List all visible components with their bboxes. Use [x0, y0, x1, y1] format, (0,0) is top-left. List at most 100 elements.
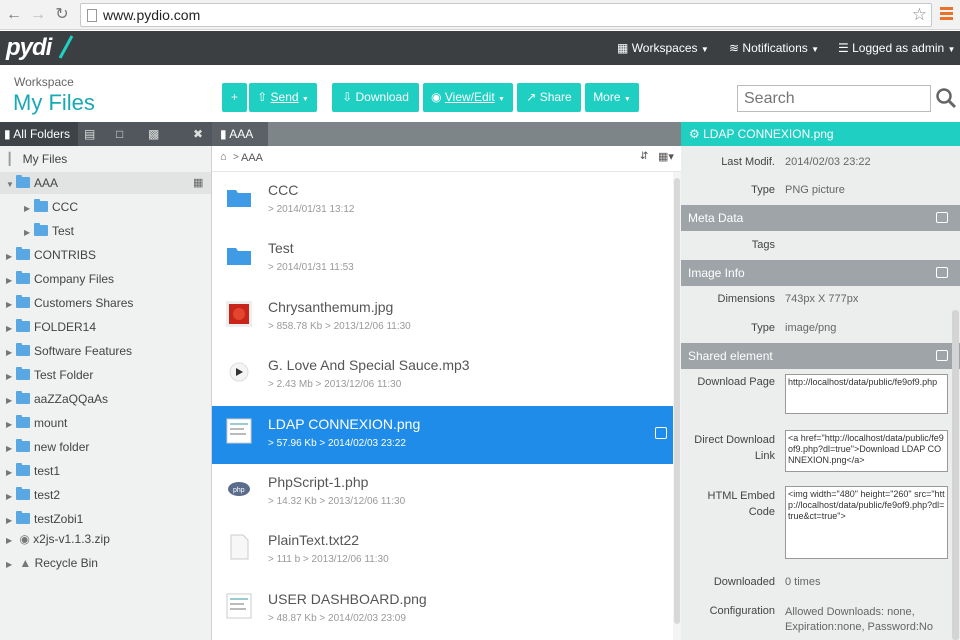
chevron-right-icon[interactable]: ▶: [6, 270, 16, 292]
chevron-right-icon[interactable]: ▶: [6, 486, 16, 508]
browser-chrome: ← → ↻ www.pydio.com ☆: [0, 0, 960, 30]
tree-item[interactable]: ▶ aaZZaQQaAs: [6, 388, 108, 410]
tree-item[interactable]: ▶ testZobi1: [6, 508, 83, 530]
tree-root-label: My Files: [22, 152, 68, 166]
tab-shared-icon[interactable]: ▤: [84, 122, 95, 146]
file-row[interactable]: CCC > 2014/01/31 13:12: [212, 172, 674, 230]
tab-briefcase-icon[interactable]: ▩: [148, 122, 159, 146]
notifications-menu[interactable]: ≋ Notifications ▼: [729, 41, 819, 55]
shared-badge-icon[interactable]: [655, 426, 667, 439]
tab-current-folder[interactable]: ▮ AAA: [212, 122, 268, 146]
tree-item[interactable]: ▶ test1: [6, 460, 60, 482]
send-label: Send: [270, 90, 299, 104]
last-modif-label: Last Modif.: [721, 156, 775, 168]
file-row[interactable]: G. Love And Special Sauce.mp3 > 2.43 Mb >…: [212, 347, 674, 405]
file-row[interactable]: php PhpScript-1.php > 14.32 Kb > 2013/12/0…: [212, 464, 674, 522]
tree-item[interactable]: ▶ CONTRIBS: [6, 244, 96, 266]
tree-item[interactable]: ▶ test2: [6, 484, 60, 506]
chevron-right-icon[interactable]: ▶: [6, 342, 16, 364]
share-icon[interactable]: [936, 350, 948, 361]
address-bar[interactable]: www.pydio.com ☆: [80, 3, 932, 27]
home-icon[interactable]: ⌂: [220, 151, 227, 163]
recycle-bin[interactable]: ▶ ▲ Recycle Bin: [6, 552, 98, 574]
download-page-field[interactable]: http://localhost/data/public/fe9of9.php: [785, 374, 948, 414]
edit-icon[interactable]: [936, 212, 948, 223]
more-button[interactable]: More ▼: [585, 83, 639, 112]
chevron-right-icon[interactable]: ▶: [24, 198, 34, 220]
file-row[interactable]: PlainText.txt22 > 111 b > 2013/12/06 11:3…: [212, 522, 674, 580]
chevron-down-icon[interactable]: ▼: [6, 174, 16, 196]
workspaces-menu[interactable]: ▦ Workspaces ▼: [617, 41, 709, 55]
view-edit-button[interactable]: ◉ View/Edit ▼: [423, 83, 513, 112]
forward-icon[interactable]: →: [28, 5, 48, 25]
breadcrumb-folder[interactable]: AAA: [241, 152, 263, 164]
sort-icon[interactable]: ⇵: [640, 151, 648, 162]
embed-code-field[interactable]: <img width="480" height="260" src="http:…: [785, 486, 948, 559]
search-icon[interactable]: [934, 86, 958, 110]
chevron-right-icon[interactable]: ▶: [6, 318, 16, 340]
app-topbar: pydi ▦ Workspaces ▼ ≋ Notifications ▼ ☰ …: [0, 31, 960, 65]
chevron-right-icon[interactable]: ▶: [6, 462, 16, 484]
file-row[interactable]: LDAP CONNEXION.png > 57.96 Kb > 2014/02/0…: [212, 405, 674, 464]
direct-link-field[interactable]: <a href="http://localhost/data/public/fe…: [785, 430, 948, 472]
grid-view-icon[interactable]: ▦▾: [658, 150, 674, 163]
share-button[interactable]: ↗ Share: [517, 83, 581, 112]
tree-item-label: test2: [34, 488, 61, 502]
search-input[interactable]: [737, 85, 931, 112]
close-panel-icon[interactable]: ✖: [193, 122, 203, 146]
folder-icon: [226, 242, 252, 268]
file-list-scrollbar[interactable]: [673, 172, 681, 640]
tree-root[interactable]: ┃ My Files: [6, 148, 67, 170]
image-type-label: Type: [751, 322, 775, 334]
tab-bookmarks-icon[interactable]: □: [116, 122, 123, 146]
tree-item-label: Customers Shares: [34, 296, 134, 310]
tree-item[interactable]: ▶ new folder: [6, 436, 89, 458]
tree-item[interactable]: ▼ AAA ▦: [0, 172, 211, 194]
file-name: LDAP CONNEXION.png: [268, 415, 421, 432]
download-label: Download: [355, 90, 409, 104]
tab-all-folders[interactable]: ▮ All Folders: [0, 122, 78, 146]
workspace-label: Workspace: [14, 75, 74, 89]
share-icon: ↗: [526, 90, 537, 104]
add-button[interactable]: +: [222, 83, 247, 112]
pydio-logo[interactable]: pydi: [6, 34, 52, 62]
send-button[interactable]: ⇧ Send ▼: [249, 83, 317, 112]
back-icon[interactable]: ←: [4, 5, 24, 25]
file-meta: > 57.96 Kb > 2014/02/03 23:22: [268, 437, 406, 449]
chevron-right-icon[interactable]: ▶: [6, 246, 16, 268]
tree-item[interactable]: ▶ Customers Shares: [6, 292, 133, 314]
tree-item[interactable]: ▶ CCC: [24, 196, 78, 218]
chevron-right-icon[interactable]: ▶: [6, 366, 16, 388]
browser-menu-icon[interactable]: [940, 7, 953, 22]
zip-file[interactable]: ▶ ◉ x2js-v1.1.3.zip: [6, 528, 110, 550]
tree-item[interactable]: ▶ Company Files: [6, 268, 114, 290]
chevron-right-icon[interactable]: ▶: [6, 390, 16, 412]
details-scrollbar[interactable]: [952, 310, 959, 640]
chevron-right-icon[interactable]: ▶: [24, 222, 34, 244]
tree-item[interactable]: ▶ Test: [24, 220, 74, 242]
details-panel: Last Modif. 2014/02/03 23:22 Type PNG pi…: [681, 146, 960, 640]
file-row[interactable]: USER DASHBOARD.png > 48.87 Kb > 2014/02/0…: [212, 581, 674, 639]
user-menu[interactable]: ☰ Logged as admin ▼: [838, 41, 955, 55]
caret-down-icon: ▼: [301, 96, 309, 103]
tree-item[interactable]: ▶ Test Folder: [6, 364, 93, 386]
file-row[interactable]: Test > 2014/01/31 11:53: [212, 230, 674, 288]
file-name: Test: [268, 240, 294, 257]
caret-down-icon: ▼: [700, 45, 709, 54]
tree-item[interactable]: ▶ mount: [6, 412, 67, 434]
url-text[interactable]: www.pydio.com: [103, 7, 200, 23]
png-thumbnail-icon: [226, 418, 252, 444]
eye-icon: ◉: [431, 90, 442, 104]
chevron-right-icon[interactable]: ▶: [6, 414, 16, 436]
file-meta: > 111 b > 2013/12/06 11:30: [268, 554, 389, 566]
folder-icon: [16, 415, 30, 428]
chevron-right-icon[interactable]: ▶: [6, 438, 16, 460]
bookmark-star-icon[interactable]: ☆: [912, 5, 927, 25]
tree-item[interactable]: ▶ FOLDER14: [6, 316, 96, 338]
file-row[interactable]: Chrysanthemum.jpg > 858.78 Kb > 2013/12/0…: [212, 289, 674, 347]
folder-icon: [16, 295, 30, 308]
download-button[interactable]: ⇩ Download: [332, 83, 419, 112]
chevron-right-icon[interactable]: ▶: [6, 294, 16, 316]
reload-icon[interactable]: ↻: [52, 5, 72, 25]
tree-item[interactable]: ▶ Software Features: [6, 340, 132, 362]
